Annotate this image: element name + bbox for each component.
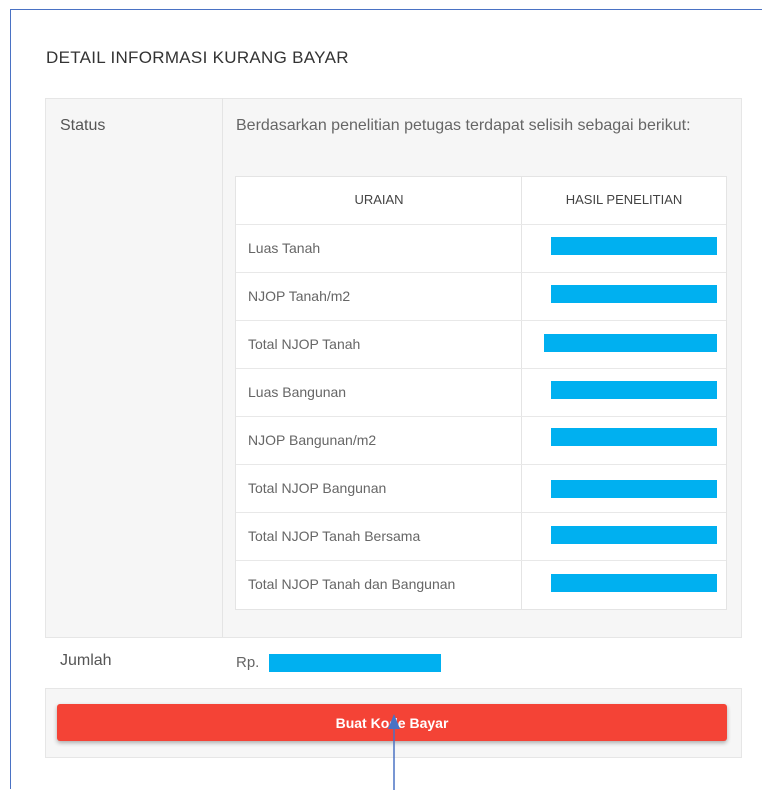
status-label: Status [60, 117, 106, 134]
row-label-total-njop-tanah-bersama: Total NJOP Tanah Bersama [248, 528, 421, 544]
row-label-total-njop-tanah: Total NJOP Tanah [248, 336, 361, 352]
page-title: DETAIL INFORMASI KURANG BAYAR [46, 48, 349, 67]
row-label-njop-bangunan-m2: NJOP Bangunan/m2 [248, 432, 377, 448]
jumlah-label: Jumlah [60, 652, 112, 669]
redaction-luas-tanah [551, 237, 717, 255]
redaction-jumlah-amount [269, 654, 441, 672]
redaction-total-njop-bangunan [551, 480, 717, 498]
jumlah-currency-prefix: Rp. [236, 654, 260, 671]
row-label-luas-tanah: Luas Tanah [248, 240, 321, 256]
table-header-hasil: HASIL PENELITIAN [565, 192, 683, 207]
row-label-luas-bangunan: Luas Bangunan [248, 384, 347, 400]
annotation-arrow-icon [388, 714, 400, 790]
status-description: Berdasarkan penelitian petugas terdapat … [236, 117, 691, 134]
redaction-total-njop-tanah [544, 334, 717, 352]
row-label-total-njop-tanah-dan-bangunan: Total NJOP Tanah dan Bangunan [248, 576, 456, 592]
table-header-uraian: URAIAN [354, 192, 404, 207]
redaction-total-njop-tanah-dan-bangunan [551, 574, 717, 592]
redaction-njop-tanah-m2 [551, 285, 717, 303]
redaction-njop-bangunan-m2 [551, 428, 717, 446]
screenshot-frame-top [10, 9, 762, 10]
column-divider [222, 98, 223, 637]
redaction-total-njop-tanah-bersama [551, 526, 717, 544]
redaction-luas-bangunan [551, 381, 717, 399]
screenshot-frame-left [10, 9, 11, 789]
row-label-total-njop-bangunan: Total NJOP Bangunan [248, 480, 387, 496]
row-label-njop-tanah-m2: NJOP Tanah/m2 [248, 288, 351, 304]
